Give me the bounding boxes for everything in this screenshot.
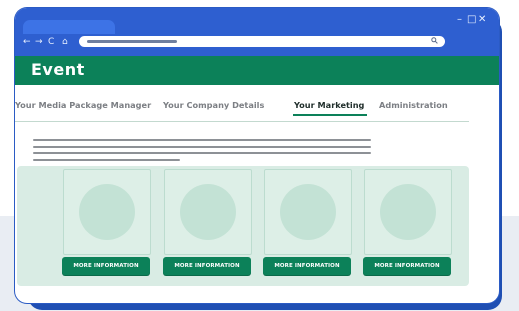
text-placeholder-line: [33, 139, 371, 141]
back-icon[interactable]: ←: [23, 37, 31, 47]
more-information-button[interactable]: MORE INFORMATION: [62, 257, 150, 275]
address-bar[interactable]: [79, 36, 445, 47]
image-placeholder-circle: [280, 184, 336, 240]
reload-icon[interactable]: C: [48, 37, 54, 47]
browser-tab[interactable]: [23, 20, 115, 34]
image-placeholder-circle: [380, 184, 436, 240]
card-image: [63, 169, 151, 255]
card-image: [364, 169, 452, 255]
text-placeholder-line: [33, 152, 371, 154]
forward-icon[interactable]: →: [35, 37, 43, 47]
tab-administration[interactable]: Administration: [379, 100, 448, 110]
more-information-button[interactable]: MORE INFORMATION: [163, 257, 251, 275]
tab-marketing[interactable]: Your Marketing: [294, 100, 364, 110]
text-placeholder-line: [33, 159, 180, 161]
search-icon[interactable]: [431, 37, 438, 46]
tab-media-package-manager[interactable]: Your Media Package Manager: [15, 100, 151, 110]
site-title: Event: [31, 60, 85, 79]
card-image: [164, 169, 252, 255]
image-placeholder-circle: [180, 184, 236, 240]
card-image: [264, 169, 352, 255]
more-information-button[interactable]: MORE INFORMATION: [363, 257, 451, 275]
home-icon[interactable]: ⌂: [62, 37, 68, 47]
url-placeholder-line: [87, 40, 177, 43]
tab-divider: [15, 121, 469, 122]
site-header: Event: [15, 56, 499, 85]
active-tab-indicator: [293, 114, 367, 116]
text-placeholder-line: [33, 146, 371, 148]
browser-chrome: – □ ✕ ← → C ⌂: [15, 8, 499, 56]
close-icon[interactable]: ✕: [478, 14, 486, 26]
more-information-button[interactable]: MORE INFORMATION: [263, 257, 351, 275]
tab-company-details[interactable]: Your Company Details: [163, 100, 264, 110]
maximize-icon[interactable]: □: [467, 14, 476, 26]
image-placeholder-circle: [79, 184, 135, 240]
minimize-icon[interactable]: –: [457, 14, 462, 26]
